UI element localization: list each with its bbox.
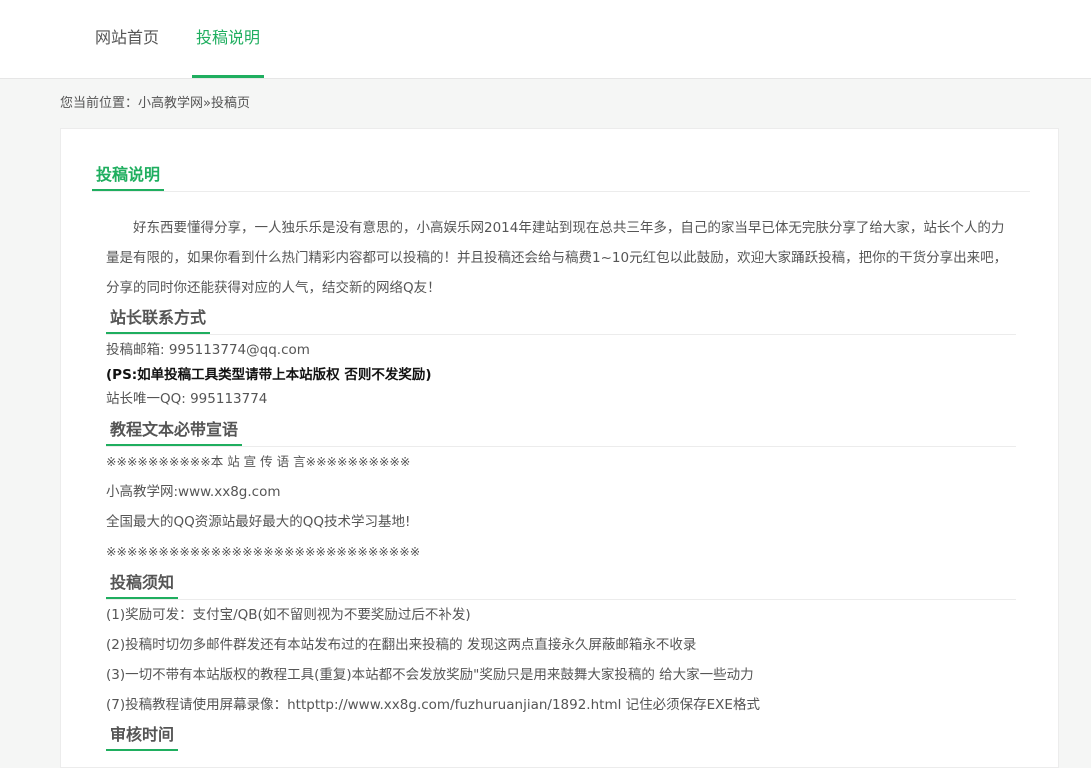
contact-section-title: 站长联系方式 <box>106 307 211 334</box>
main-title-divider <box>92 191 1030 192</box>
slogan-line-2: 小高教学网:www.xx8g.com <box>106 484 281 500</box>
breadcrumb-current: 投稿页 <box>211 96 251 111</box>
nav-contribute-link[interactable]: 投稿说明 <box>192 0 264 78</box>
breadcrumb: 您当前位置：小高教学网»投稿页 <box>60 94 250 114</box>
contact-qq: 站长唯一QQ: 995113774 <box>106 391 268 407</box>
breadcrumb-separator: » <box>203 96 211 111</box>
rules-section-title: 投稿须知 <box>106 572 179 599</box>
slogan-line-1: ※※※※※※※※※※本 站 宣 传 语 言※※※※※※※※※※ <box>106 454 411 469</box>
intro-paragraph: 好东西要懂得分享，一人独乐乐是没有意思的，小高娱乐网2014年建站到现在总共三年… <box>106 220 1008 296</box>
contact-note: (PS:如单投稿工具类型请带上本站版权 否则不发奖励) <box>106 367 432 383</box>
breadcrumb-home-link[interactable]: 小高教学网 <box>138 96 203 111</box>
nav-home-link[interactable]: 网站首页 <box>93 0 161 78</box>
breadcrumb-prefix: 您当前位置： <box>60 96 139 111</box>
rule-item: (3)一切不带有本站版权的教程工具(重复)本站都不会发放奖励"奖励只是用来鼓舞大… <box>106 667 754 683</box>
top-nav: 网站首页 投稿说明 <box>0 0 1091 79</box>
rule-item: (1)奖励可发：支付宝/QB(如不留则视为不要奖励过后不补发) <box>106 607 471 623</box>
page-title: 投稿说明 <box>92 164 165 191</box>
review-section-title: 审核时间 <box>106 724 179 751</box>
rule-item: (7)投稿教程请使用屏幕录像：httpttp://www.xx8g.com/fu… <box>106 697 760 713</box>
contact-email: 投稿邮箱: 995113774@qq.com <box>106 342 310 358</box>
slogan-section-title: 教程文本必带宣语 <box>106 419 243 446</box>
contact-divider <box>106 334 1016 335</box>
rules-divider <box>106 599 1016 600</box>
slogan-divider <box>106 446 1016 447</box>
slogan-line-3: 全国最大的QQ资源站最好最大的QQ技术学习基地! <box>106 514 411 530</box>
rule-item: (2)投稿时切勿多邮件群发还有本站发布过的在翻出来投稿的 发现这两点直接永久屏蔽… <box>106 637 697 653</box>
slogan-line-4: ※※※※※※※※※※※※※※※※※※※※※※※※※※※※※※ <box>106 544 421 559</box>
